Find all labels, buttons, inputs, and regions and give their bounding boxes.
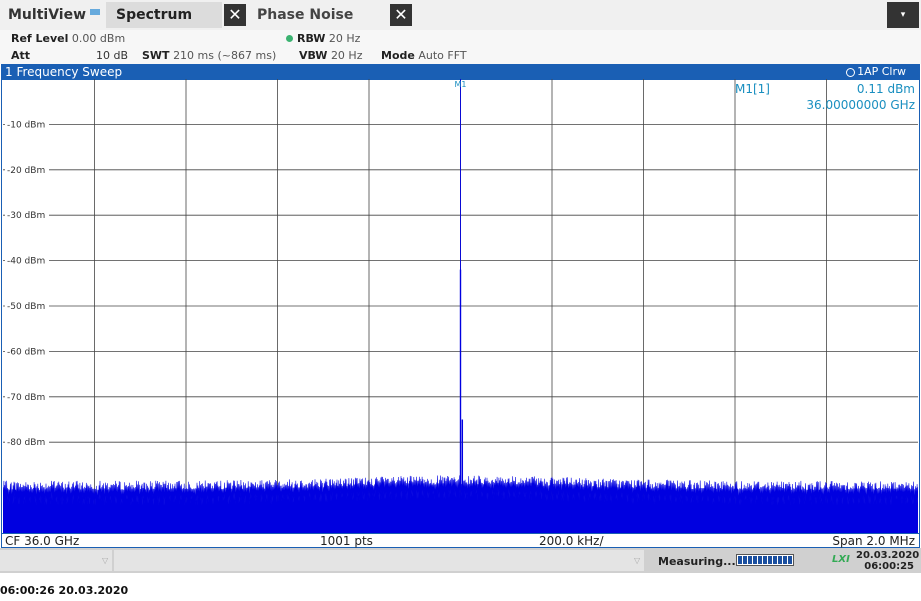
vbw-value: 20 Hz [330,49,363,62]
status-bar: ▽ ▽ Measuring... LXI 20.03.2020 06:00:25 [0,548,921,573]
att-value: 10 dB [96,49,129,62]
tab-spectrum[interactable]: Spectrum [106,2,222,28]
status-segment-left: ▽ [0,550,112,571]
rbw-label: RBW [297,32,326,45]
span[interactable]: Span 2.0 MHz [832,534,915,548]
tab-multiview[interactable]: MultiView [8,7,86,23]
frequency-per-division: 200.0 kHz/ [539,534,604,548]
vbw-label: VBW [299,49,328,62]
y-tick-label: -50 dBm [7,302,45,312]
window-title: 1 Frequency Sweep [5,65,123,79]
y-tick-label: -60 dBm [7,347,45,357]
status-time: 06:00:25 [864,561,914,572]
capture-timestamp: 06:00:26 20.03.2020 [0,584,129,597]
axis-labels: -10 dBm -20 dBm -30 dBm -40 dBm -50 dBm -60 d… [5,118,49,448]
rbw-setting[interactable]: RBW 20 Hz [286,32,360,45]
y-tick-label: -10 dBm [7,120,45,130]
sweep-points[interactable]: 1001 pts [320,534,373,548]
progress-fill [738,556,792,564]
status-date: 20.03.2020 [856,550,920,561]
y-tick-label: -20 dBm [7,166,45,176]
swt-value: 210 ms (~867 ms) [173,49,277,62]
rbw-coupled-icon [286,35,293,42]
close-phase-noise-tab-button[interactable]: ✕ [390,4,412,26]
y-tick-label: -40 dBm [7,257,45,267]
mode-label: Mode [381,49,415,62]
frequency-info-bar: CF 36.0 GHz 1001 pts 200.0 kHz/ Span 2.0… [1,533,920,548]
marker-layer: M1 [455,80,467,89]
marker-level: 0.11 dBm [856,82,915,96]
settings-bar: Ref Level 0.00 dBm Att 10 dB SWT 210 ms … [0,30,921,64]
mode-value: Auto FFT [418,49,467,62]
ref-level-value: 0.00 dBm [71,32,126,45]
status-arrow-icon: ▽ [102,556,109,565]
y-tick-label: -70 dBm [7,393,45,403]
marker-m1-label: M1 [455,80,467,89]
marker-frequency: 36.00000000 GHz [806,98,915,112]
mode-setting[interactable]: Mode Auto FFT [381,49,467,62]
y-tick-label: -80 dBm [7,438,45,448]
ref-level-setting[interactable]: Ref Level 0.00 dBm [11,32,125,45]
lxi-icon[interactable]: LXI [832,554,850,565]
marker-info-label: M1[1] [735,82,770,96]
menu-dropdown-button[interactable]: ▾ [887,2,919,28]
trace-mode-label: 1AP Clrw [857,65,906,78]
close-spectrum-tab-button[interactable]: ✕ [224,4,246,26]
center-frequency[interactable]: CF 36.0 GHz [5,534,79,548]
status-datetime: 20.03.2020 06:00:25 [856,550,920,572]
tab-phase-noise[interactable]: Phase Noise [257,7,353,23]
window-title-bar[interactable]: 1 Frequency Sweep 1AP Clrw [1,64,920,80]
ref-level-label: Ref Level [11,32,69,45]
att-label: Att [11,49,31,62]
tab-bar: MultiView Spectrum ✕ Phase Noise ✕ ▾ [0,0,921,30]
vbw-setting[interactable]: VBW 20 Hz [299,49,362,62]
measuring-status: Measuring... [658,555,736,568]
tab-spectrum-label: Spectrum [116,7,193,23]
y-tick-label: -30 dBm [7,211,45,221]
status-segment-middle: ▽ [114,550,644,571]
multiview-indicator-icon [90,9,100,15]
att-setting[interactable]: Att [11,49,30,62]
swt-label: SWT [142,49,170,62]
swt-setting[interactable]: SWT 210 ms (~867 ms) [142,49,276,62]
trace-mode-indicator[interactable]: 1AP Clrw [846,65,906,78]
measurement-progress-bar [736,554,794,566]
status-arrow-icon: ▽ [634,556,641,565]
trace-circle-icon [846,67,856,77]
rbw-value: 20 Hz [328,32,361,45]
spectrum-plot[interactable]: M1 -10 dBm -20 dBm -30 dBm -40 dBm -50 dBm -6… [3,79,918,533]
